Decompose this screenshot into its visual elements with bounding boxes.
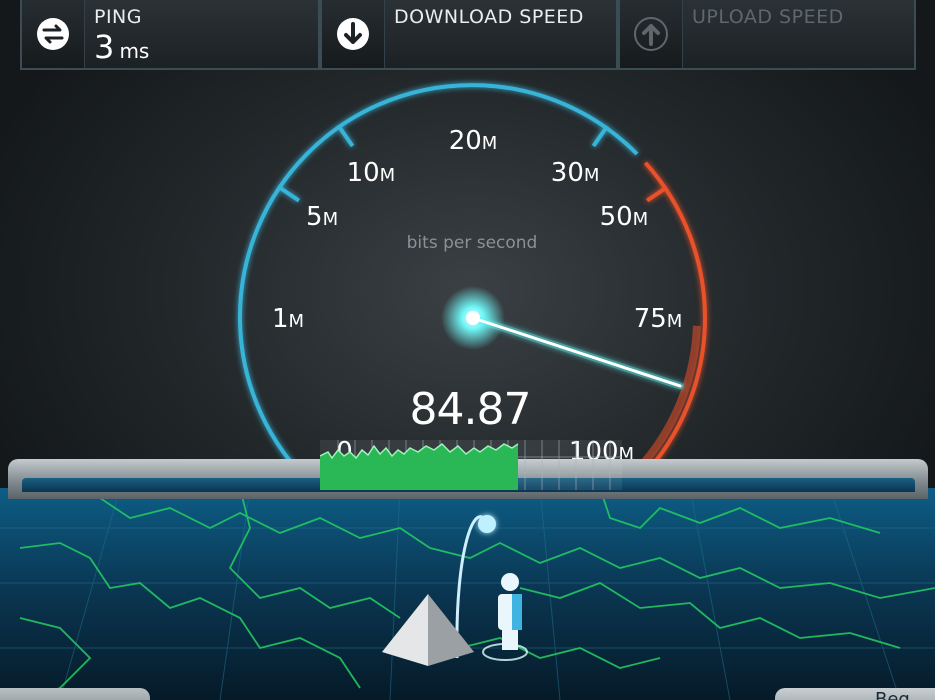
gauge-tick	[338, 126, 355, 148]
gauge-scale-label: 20M	[449, 126, 498, 156]
speedtest-app: PING 3 ms DOWNLOAD SPEED UPLOAD SPEED 0 …	[0, 0, 935, 700]
gauge-tick	[279, 186, 301, 203]
left-bottom-panel	[0, 688, 150, 700]
gauge-needle	[441, 286, 684, 390]
user-figure-icon	[498, 573, 522, 650]
gauge-scale-label: 30M	[551, 158, 600, 188]
gauge-scale-label: 75M	[634, 304, 683, 334]
speed-history-graph	[320, 440, 622, 490]
begin-test-label: Beg	[875, 689, 910, 700]
units-label: bits per second	[406, 233, 538, 253]
server-map: Beg	[0, 488, 935, 700]
speed-readout: 84.87	[409, 384, 532, 435]
gauge-scale-label: 10M	[347, 158, 396, 188]
gauge-scale-label: 5M	[306, 202, 338, 232]
gauge-tick	[645, 186, 667, 203]
begin-test-button[interactable]: Beg	[775, 688, 935, 700]
needle-hub	[466, 311, 480, 325]
gauge-tick	[591, 126, 608, 148]
gauge-scale-label: 1M	[272, 304, 304, 334]
gauge-scale-label: 50M	[600, 202, 649, 232]
server-pyramid-icon	[382, 594, 474, 666]
